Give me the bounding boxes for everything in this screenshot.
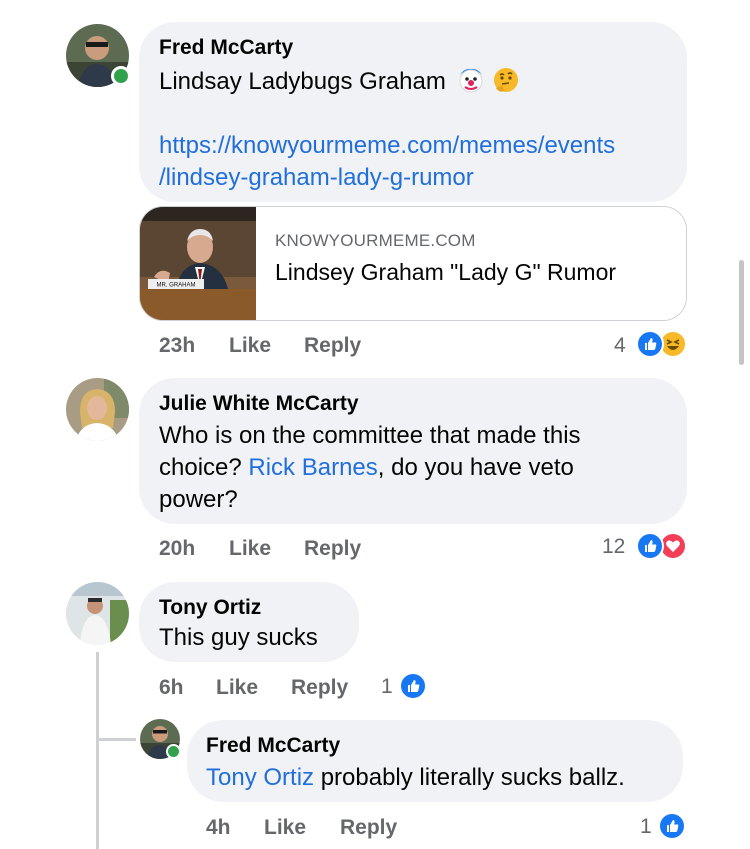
comment-timestamp[interactable]: 4h [206,816,231,840]
thinking-emoji [492,66,520,94]
link-preview-title: Lindsey Graham "Lady G" Rumor [275,259,617,285]
reaction-count[interactable]: 12 [602,535,625,559]
comment-text: Lindsay Ladybugs Graham [159,66,520,98]
comment-author[interactable]: Fred McCarty [159,36,293,60]
link-preview-card[interactable]: MR. GRAHAM KNOWYOURMEME.COM Lindsey Grah… [139,206,687,321]
comment-text: This guy sucks [159,624,318,651]
like-button[interactable]: Like [264,816,306,840]
link-line-2[interactable]: /lindsey-graham-lady-g-rumor [159,164,474,191]
like-icon[interactable] [658,812,686,840]
avatar[interactable] [66,582,129,645]
comment-timestamp[interactable]: 23h [159,334,195,358]
comment-timestamp[interactable]: 6h [159,676,184,700]
nameplate-text: MR. GRAHAM [157,283,196,289]
comment-timestamp[interactable]: 20h [159,537,195,561]
comment-text-segment: probably literally sucks ballz. [314,764,625,791]
comment-text: Tony Ortiz probably literally sucks ball… [206,762,625,794]
comment-text-segment: , do you have veto [377,454,574,481]
like-icon[interactable] [636,330,664,358]
reaction-count[interactable]: 4 [614,334,626,358]
like-icon[interactable] [636,532,664,560]
comment-author[interactable]: Julie White McCarty [159,392,359,416]
reaction-count[interactable]: 1 [640,815,652,839]
reply-connector-line [96,738,136,741]
comment-text-segment: choice? [159,454,249,481]
like-button[interactable]: Like [229,334,271,358]
reply-button[interactable]: Reply [340,816,397,840]
link-preview-thumbnail: MR. GRAHAM [140,207,256,320]
clown-emoji [457,66,485,94]
like-button[interactable]: Like [216,676,258,700]
online-status-indicator [166,744,181,759]
reaction-count[interactable]: 1 [381,675,393,699]
user-mention[interactable]: Tony Ortiz [206,764,314,791]
like-button[interactable]: Like [229,537,271,561]
link-preview-domain: KNOWYOURMEME.COM [275,231,476,250]
user-mention[interactable]: Rick Barnes [248,454,377,481]
thread-connector-line [96,652,99,849]
comment-text-line-3: power? [159,486,238,513]
reply-button[interactable]: Reply [291,676,348,700]
like-icon[interactable] [399,672,427,700]
comment-link-continued[interactable]: /lindsey-graham-lady-g-rumor [159,162,474,194]
comment-text-line-1: Who is on the committee that made this [159,422,581,449]
reply-button[interactable]: Reply [304,537,361,561]
comment-author[interactable]: Fred McCarty [206,734,340,758]
avatar[interactable] [66,378,129,441]
comment-text-line-2: choice? Rick Barnes, do you have veto [159,452,574,484]
scrollbar[interactable] [739,260,744,365]
link-line-1[interactable]: https://knowyourmeme.com/memes/events [159,132,615,159]
comment-author[interactable]: Tony Ortiz [159,596,261,620]
comment-link[interactable]: https://knowyourmeme.com/memes/events [159,130,615,162]
comment-text-content: Lindsay Ladybugs Graham [159,68,446,95]
online-status-indicator [111,66,131,86]
reply-button[interactable]: Reply [304,334,361,358]
